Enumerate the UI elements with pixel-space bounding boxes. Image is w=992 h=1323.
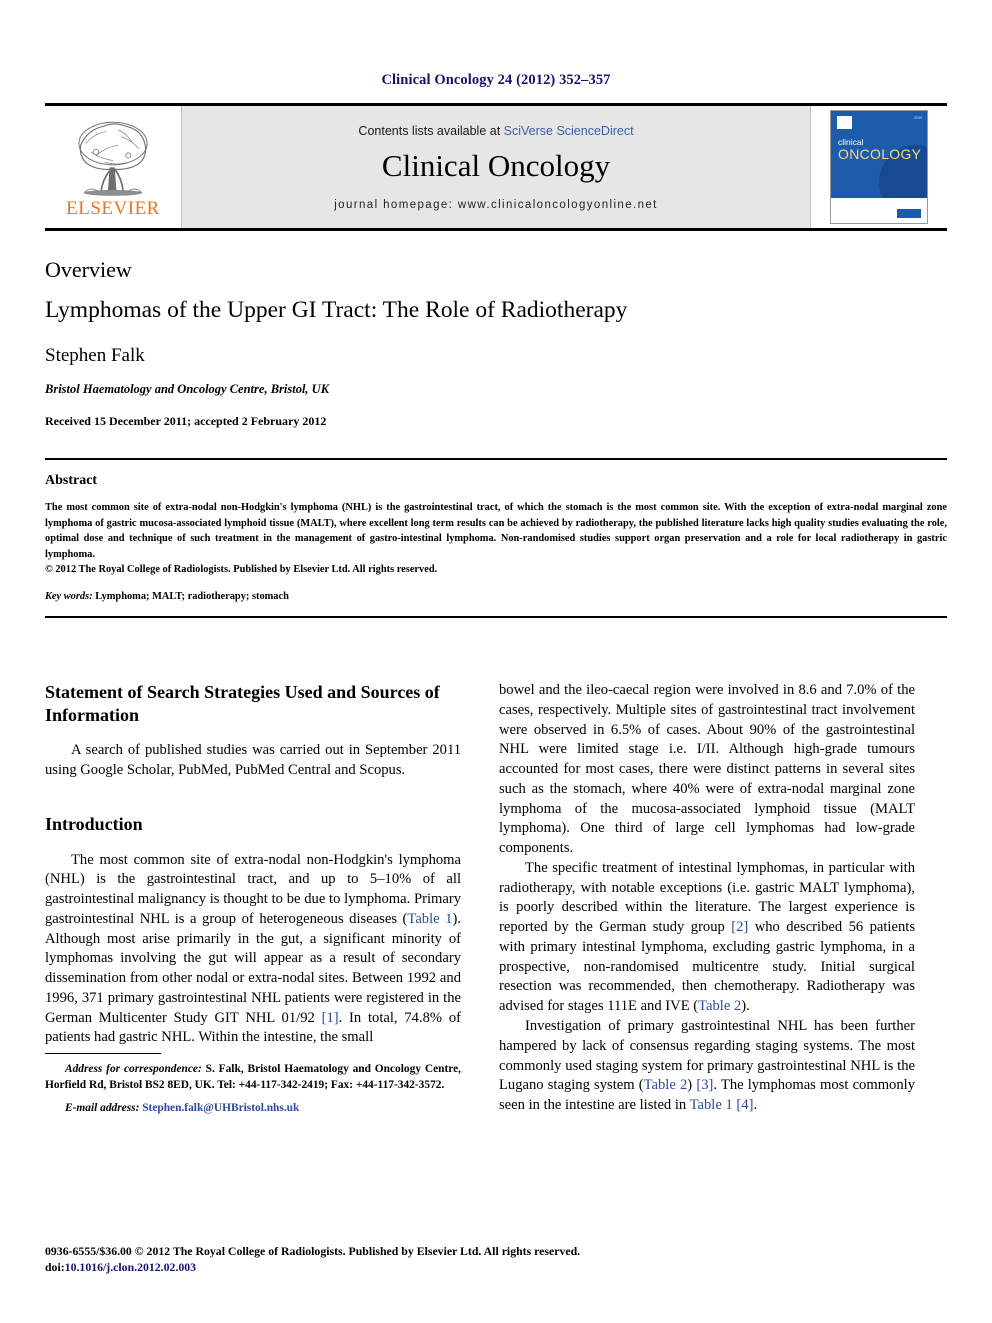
article-type: Overview: [45, 257, 132, 282]
footnote-divider: [45, 1053, 161, 1055]
correspondence-footnote: Address for correspondence: S. Falk, Bri…: [45, 1053, 461, 1116]
elsevier-tree-icon: [78, 121, 148, 196]
journal-reference-line: Clinical Oncology 24 (2012) 352–357: [381, 72, 611, 88]
correspondence-email-line: E-mail address: Stephen.falk@UHBristol.n…: [45, 1100, 461, 1116]
doi-line: doi:10.1016/j.clon.2012.02.003: [45, 1260, 945, 1275]
email-label: E-mail address:: [65, 1101, 140, 1114]
email-link[interactable]: Stephen.falk@UHBristol.nhs.uk: [139, 1102, 299, 1114]
citation-3[interactable]: [3]: [696, 1077, 713, 1093]
right-column: bowel and the ileo-caecal region were in…: [499, 681, 915, 1116]
journal-cover-thumbnail: ISSN clinical ONCOLOGY: [830, 110, 928, 224]
journal-homepage-link[interactable]: journal homepage: www.clinicaloncologyon…: [334, 199, 658, 211]
abstract-copyright: © 2012 The Royal College of Radiologists…: [45, 563, 438, 575]
paragraph-search-strategies: A search of published studies was carrie…: [45, 742, 461, 779]
abstract-bottom-rule: [45, 615, 947, 618]
section-heading-introduction: Introduction: [45, 813, 143, 834]
section-heading-search-strategies: Statement of Search Strategies Used and …: [45, 681, 440, 725]
right3-text-d: .: [753, 1097, 758, 1114]
keywords-label: Key words:: [45, 590, 93, 602]
doi-prefix: doi:: [45, 1260, 65, 1274]
right2-text-c: ).: [741, 998, 750, 1015]
cover-issn-text: ISSN: [914, 116, 922, 120]
issn-copyright-line: 0936-6555/$36.00 © 2012 The Royal Colleg…: [45, 1244, 581, 1258]
masthead-center: Contents lists available at SciVerse Sci…: [181, 106, 811, 228]
link-table-2-b[interactable]: Table 2: [644, 1077, 688, 1093]
paragraph-right-1: bowel and the ileo-caecal region were in…: [499, 681, 915, 857]
contents-available-line: Contents lists available at SciVerse Sci…: [358, 124, 633, 138]
publisher-logo-block: ELSEVIER: [45, 106, 181, 228]
cover-title-line2: ONCOLOGY: [838, 145, 922, 162]
correspondence-label: Address for correspondence:: [65, 1063, 202, 1076]
left-column: Statement of Search Strategies Used and …: [45, 681, 461, 1116]
article-page: Clinical Oncology 24 (2012) 352–357 ELSE…: [0, 0, 992, 1323]
paragraph-right-3: Investigation of primary gastrointestina…: [499, 1017, 915, 1116]
elsevier-wordmark: ELSEVIER: [66, 198, 160, 219]
journal-title: Clinical Oncology: [381, 147, 611, 183]
page-title: Lymphomas of the Upper GI Tract: The Rol…: [45, 297, 628, 323]
author-name: Stephen Falk: [45, 344, 145, 366]
citation-2[interactable]: [2]: [731, 919, 748, 935]
author-affiliation: Bristol Haematology and Oncology Centre,…: [45, 381, 330, 396]
intro-text-a: The most common site of extra-nodal non-…: [45, 851, 461, 927]
journal-cover-block: ISSN clinical ONCOLOGY: [811, 106, 947, 228]
abstract-body: The most common site of extra-nodal non-…: [45, 501, 947, 561]
received-accepted-dates: Received 15 December 2011; accepted 2 Fe…: [45, 413, 327, 428]
paragraph-introduction-1: The most common site of extra-nodal non-…: [45, 851, 461, 1049]
journal-masthead: ELSEVIER Contents lists available at Sci…: [45, 103, 947, 231]
paragraph-right-2: The specific treatment of intestinal lym…: [499, 859, 915, 1017]
doi-link[interactable]: 10.1016/j.clon.2012.02.003: [65, 1260, 196, 1274]
right3-text-b: ): [687, 1077, 697, 1094]
keywords-value: Lymphoma; MALT; radiotherapy; stomach: [92, 590, 289, 602]
article-body-columns: Statement of Search Strategies Used and …: [45, 681, 947, 1116]
contents-prefix-text: Contents lists available at: [358, 123, 504, 138]
cover-title-block: clinical ONCOLOGY: [838, 138, 921, 161]
citation-1[interactable]: [1]: [322, 1010, 339, 1026]
cover-society-badge-icon: [897, 209, 921, 218]
abstract-top-rule: [45, 457, 947, 460]
cover-publisher-mark-icon: [837, 116, 852, 129]
page-footer: 0936-6555/$36.00 © 2012 The Royal Colleg…: [45, 1244, 945, 1275]
link-table-1-citation-4[interactable]: Table 1 [4]: [690, 1097, 754, 1113]
abstract-heading: Abstract: [45, 472, 98, 488]
sciencedirect-link[interactable]: SciVerse ScienceDirect: [504, 124, 634, 138]
correspondence-address: Address for correspondence: S. Falk, Bri…: [45, 1061, 461, 1093]
link-table-2-a[interactable]: Table 2: [698, 998, 741, 1014]
intro-text-b: ). Although most arise primarily in the …: [45, 910, 461, 1026]
keywords-line: Key words: Lymphoma; MALT; radiotherapy;…: [45, 591, 947, 602]
link-table-1[interactable]: Table 1: [407, 911, 452, 927]
